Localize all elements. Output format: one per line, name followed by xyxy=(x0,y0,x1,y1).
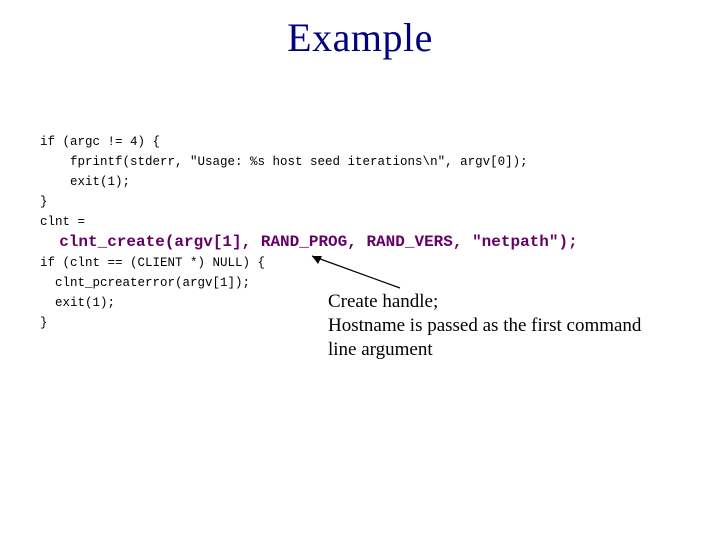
slide: Example if (argc != 4) { fprintf(stderr,… xyxy=(0,0,720,540)
code-line: } xyxy=(40,316,48,330)
code-line: if (argc != 4) { xyxy=(40,135,160,149)
code-line: clnt_pcreaterror(argv[1]); xyxy=(40,276,250,290)
code-line: } xyxy=(40,195,48,209)
slide-title: Example xyxy=(0,14,720,61)
code-line: exit(1); xyxy=(40,175,130,189)
code-line: fprintf(stderr, "Usage: %s host seed ite… xyxy=(40,155,528,169)
code-line: if (clnt == (CLIENT *) NULL) { xyxy=(40,256,265,270)
annotation-text: Create handle; Hostname is passed as the… xyxy=(328,290,698,362)
code-line-emph: clnt_create(argv[1], RAND_PROG, RAND_VER… xyxy=(40,233,578,251)
code-line: exit(1); xyxy=(40,296,115,310)
annotation-line: Hostname is passed as the first command xyxy=(328,314,698,338)
annotation-line: Create handle; xyxy=(328,290,698,314)
annotation-line: line argument xyxy=(328,338,698,362)
code-line: clnt = xyxy=(40,215,85,229)
